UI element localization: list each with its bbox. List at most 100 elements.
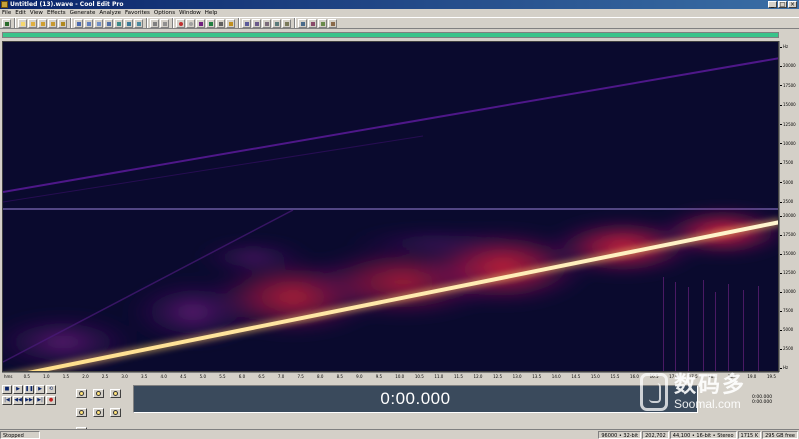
time-tick-label: 9.5: [375, 374, 383, 379]
toolbar-separator: [146, 18, 148, 28]
tool-button-8[interactable]: [318, 18, 327, 28]
zoom-full-button[interactable]: [110, 389, 122, 398]
tool-button-6[interactable]: [298, 18, 307, 28]
status-position: 202,702: [642, 430, 669, 439]
spectral-view-button[interactable]: [196, 18, 205, 28]
menu-help[interactable]: Help: [205, 9, 218, 17]
marker-button[interactable]: [226, 18, 235, 28]
undo-button[interactable]: [150, 18, 159, 28]
zoom-left-icon: [96, 410, 102, 415]
fast-forward-button[interactable]: ▶▶: [24, 396, 34, 405]
loop-button[interactable]: ⟲: [46, 385, 56, 394]
zoom-selection-button[interactable]: [76, 408, 87, 417]
spectrogram[interactable]: [3, 42, 779, 372]
freq-tick-label: 2500: [780, 200, 793, 204]
record-button[interactable]: [176, 18, 185, 28]
tool-button-1[interactable]: [242, 18, 251, 28]
time-tick-label: 11.0: [434, 374, 444, 379]
record-transport-button[interactable]: ●: [46, 396, 56, 405]
menu-analyze[interactable]: Analyze: [99, 9, 121, 17]
freq-tick-label: 20000: [780, 214, 796, 218]
cut-button[interactable]: [74, 18, 83, 28]
copy-icon: [87, 21, 91, 26]
save-as-button[interactable]: [48, 18, 57, 28]
menu-view[interactable]: View: [30, 9, 43, 17]
tool-button-5[interactable]: [282, 18, 291, 28]
time-tick-label: 2.0: [82, 374, 89, 379]
tool-button-3[interactable]: [262, 18, 271, 28]
menu-effects[interactable]: Effects: [47, 9, 66, 17]
menu-file[interactable]: File: [2, 9, 11, 17]
maximize-button[interactable]: □: [778, 1, 787, 8]
pause-button[interactable]: ❚❚: [24, 385, 34, 394]
mix-paste-icon: [107, 21, 111, 26]
select-all-icon: [137, 21, 141, 26]
freq-tick-label: Hz: [780, 45, 788, 49]
stop-button[interactable]: ■: [2, 385, 12, 394]
minimize-button[interactable]: _: [768, 1, 777, 8]
menu-options[interactable]: Options: [154, 9, 175, 17]
snap-button[interactable]: [216, 18, 225, 28]
zoom-in-button[interactable]: [76, 389, 87, 398]
tool-icon: [285, 21, 289, 26]
folder-icon: [31, 21, 35, 26]
tool-button-2[interactable]: [252, 18, 261, 28]
menu-edit[interactable]: Edit: [15, 9, 26, 17]
zoom-out-icon: [96, 391, 102, 396]
time-tick-label: 0.5: [23, 374, 30, 379]
zoom-out-button[interactable]: [93, 389, 105, 398]
save-as-icon: [51, 21, 55, 26]
go-to-end-button[interactable]: ▶|: [35, 396, 45, 405]
time-tick-label: 10.0: [395, 374, 405, 379]
current-time: 0:00.000: [380, 389, 451, 408]
cd-button[interactable]: [186, 18, 195, 28]
toolbar-separator: [294, 18, 296, 28]
zoom-selection-icon: [79, 410, 84, 415]
save-button[interactable]: [38, 18, 47, 28]
time-tick-label: 1.5: [62, 374, 70, 379]
open-file-button[interactable]: [28, 18, 37, 28]
redo-button[interactable]: [160, 18, 169, 28]
menu-window[interactable]: Window: [179, 9, 201, 17]
trim-button[interactable]: [114, 18, 123, 28]
time-tick-label: 12.0: [473, 374, 483, 379]
overview-bar[interactable]: [2, 32, 779, 38]
rewind-button[interactable]: ◀◀: [13, 396, 23, 405]
snap-icon: [219, 21, 223, 26]
menu-generate[interactable]: Generate: [70, 9, 96, 17]
tool-button-4[interactable]: [272, 18, 281, 28]
save-icon: [41, 21, 45, 26]
play-button[interactable]: ▶: [13, 385, 23, 394]
play-to-end-button[interactable]: ▶: [35, 385, 45, 394]
close-button[interactable]: ×: [788, 1, 797, 8]
go-to-start-button[interactable]: |◀: [2, 396, 12, 405]
freq-tick-label: 7500: [780, 161, 793, 165]
app-icon[interactable]: [1, 1, 8, 8]
title-bar[interactable]: Untitled (13).wave - Cool Edit Pro _ □ ×: [0, 0, 799, 9]
overview-range[interactable]: [3, 33, 778, 37]
zoom-right-button[interactable]: [110, 408, 122, 417]
select-all-button[interactable]: [134, 18, 143, 28]
multitrack-toggle-button[interactable]: [2, 18, 11, 28]
zoom-left-button[interactable]: [93, 408, 105, 417]
waveform-view-button[interactable]: [206, 18, 215, 28]
window-title: Untitled (13).wave - Cool Edit Pro: [10, 1, 124, 8]
spectral-display[interactable]: [2, 41, 779, 372]
menu-favorites[interactable]: Favorites: [125, 9, 150, 17]
mix-paste-button[interactable]: [104, 18, 113, 28]
close-file-icon: [61, 21, 65, 26]
tool-icon: [321, 21, 325, 26]
delete-icon: [127, 21, 131, 26]
new-file-button[interactable]: [18, 18, 27, 28]
freq-tick-label: 15000: [780, 252, 796, 256]
tool-icon: [255, 21, 259, 26]
spectral-icon: [199, 21, 203, 26]
tool-button-9[interactable]: [328, 18, 337, 28]
time-tick-label: 7.0: [277, 374, 285, 379]
delete-button[interactable]: [124, 18, 133, 28]
copy-button[interactable]: [84, 18, 93, 28]
close-file-button[interactable]: [58, 18, 67, 28]
paste-button[interactable]: [94, 18, 103, 28]
frequency-ruler: Hz 20000 17500 15000 12500 10000 7500 5000 2500 2…: [779, 41, 799, 372]
tool-button-7[interactable]: [308, 18, 317, 28]
